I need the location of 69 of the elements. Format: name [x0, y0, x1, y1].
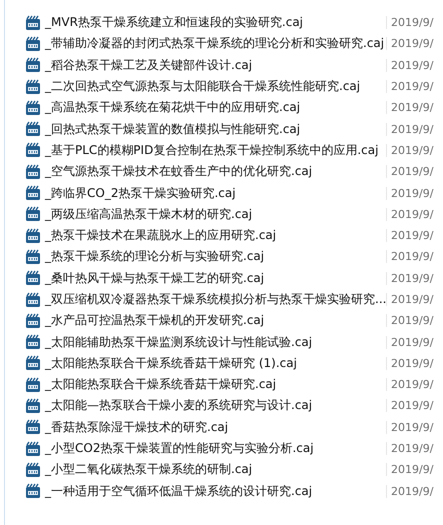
file-name[interactable]: _回热式热泵干燥装置的数值模拟与性能研究.caj: [45, 120, 383, 138]
file-icon: [25, 36, 41, 52]
file-date: 2019/9/: [386, 186, 434, 200]
file-icon: [25, 164, 41, 180]
file-date: 2019/9/: [386, 16, 434, 30]
file-name[interactable]: _空气源热泵干燥技术在蚊香生产中的优化研究.caj: [45, 163, 383, 180]
file-icon: [25, 14, 41, 31]
file-name[interactable]: _太阳能热泵联合干燥系统香菇干燥研究 (1).caj: [45, 354, 383, 372]
file-icon: [25, 376, 41, 393]
file-name[interactable]: _水产品可控温热泵干燥机的开发研究.caj: [45, 312, 383, 330]
file-icon: [25, 419, 41, 436]
file-icon: [25, 270, 41, 286]
file-date: 2019/9/: [386, 356, 434, 370]
file-name[interactable]: _二次回热式空气源热泵与太阳能联合干燥系统性能研究.caj: [45, 78, 383, 96]
file-name[interactable]: _太阳能辅助热泵干燥监测系统设计与性能试验.caj: [45, 334, 383, 351]
file-name[interactable]: _热泵干燥系统的理论分析与实验研究.caj: [45, 248, 383, 266]
file-icon: [25, 100, 41, 116]
file-name[interactable]: _高温热泵干燥系统在菊花烘干中的应用研究.caj: [45, 99, 383, 116]
file-date: 2019/9/: [386, 122, 434, 136]
file-date: 2019/9/: [386, 293, 434, 306]
file-date: 2019/9/: [386, 336, 434, 349]
file-date: 2019/9/: [386, 37, 434, 50]
file-date: 2019/9/: [386, 484, 434, 498]
file-icon: [25, 334, 41, 350]
file-date: 2019/9/: [386, 144, 434, 157]
file-date: 2019/9/: [386, 101, 434, 114]
file-icon: [25, 248, 41, 265]
file-date: 2019/9/: [386, 420, 434, 434]
file-name[interactable]: _小型二氧化碳热泵干燥系统的研制.caj: [45, 461, 383, 478]
file-name[interactable]: _香菇热泵除湿干燥技术的研究.caj: [45, 418, 383, 436]
file-icon: [25, 121, 41, 138]
file-name[interactable]: _一种适用于空气循环低温干燥系统的设计研究.caj: [45, 482, 383, 500]
file-name[interactable]: _太阳能热泵联合干燥系统香菇干燥研究.caj: [45, 376, 383, 394]
file-name[interactable]: _基于PLC的模糊PID复合控制在热泵干燥控制系统中的应用.caj: [45, 142, 383, 159]
file-name[interactable]: _双压缩机双冷凝器热泵干燥系统模拟分析与热泵干燥实验研究...: [45, 291, 383, 308]
file-date: 2019/9/: [386, 58, 434, 72]
file-name[interactable]: _热泵干燥技术在果蔬脱水上的应用研究.caj: [45, 227, 383, 244]
file-name[interactable]: _小型CO2热泵干燥装置的性能研究与实验分析.caj: [45, 440, 383, 458]
file-icon: [25, 292, 41, 308]
file-icon: [25, 185, 41, 202]
file-date: 2019/9/: [386, 208, 434, 221]
file-date: 2019/9/: [386, 399, 434, 412]
file-date: 2019/9/: [386, 80, 434, 94]
file-name[interactable]: _稻谷热泵干燥工艺及关键部件设计.caj: [45, 56, 383, 74]
file-date: 2019/9/: [386, 165, 434, 178]
file-icon: [25, 57, 41, 74]
file-date: 2019/9/: [386, 314, 434, 328]
file-name[interactable]: _太阳能—热泵联合干燥小麦的系统研究与设计.caj: [45, 397, 383, 414]
file-icon: [25, 312, 41, 329]
file-date: 2019/9/: [386, 229, 434, 242]
file-icon: [25, 206, 41, 222]
file-icon: [25, 462, 41, 478]
file-icon: [25, 398, 41, 414]
file-name[interactable]: _跨临界CO_2热泵干燥实验研究.caj: [45, 184, 383, 202]
file-icon: [25, 78, 41, 95]
file-date: 2019/9/: [386, 442, 434, 456]
file-date: 2019/9/: [386, 250, 434, 264]
file-name[interactable]: _MVR热泵干燥系统建立和恒速段的实验研究.caj: [45, 14, 383, 32]
file-name[interactable]: _带辅助冷凝器的封闭式热泵干燥系统的理论分析和实验研究.caj: [45, 35, 383, 52]
file-icon: [25, 440, 41, 457]
file-name[interactable]: _两级压缩高温热泵干燥木材的研究.caj: [45, 206, 383, 223]
file-date: 2019/9/: [386, 272, 434, 285]
file-icon: [25, 355, 41, 372]
file-icon: [25, 142, 41, 158]
file-date: 2019/9/: [386, 378, 434, 392]
file-date: 2019/9/: [386, 463, 434, 476]
file-icon: [25, 228, 41, 244]
file-name[interactable]: _桑叶热风干燥与热泵干燥工艺的研究.caj: [45, 270, 383, 287]
file-icon: [25, 483, 41, 500]
